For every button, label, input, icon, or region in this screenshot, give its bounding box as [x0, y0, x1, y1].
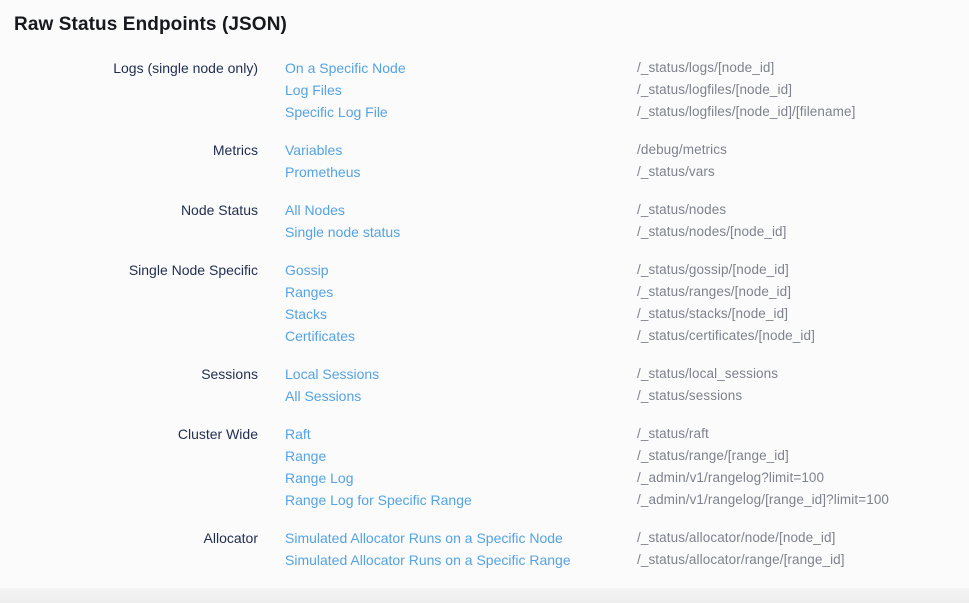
endpoint-link[interactable]: Prometheus — [285, 161, 637, 183]
endpoint-row: Range /_status/range/[range_id] — [285, 445, 969, 467]
endpoint-path: /_status/ranges/[node_id] — [637, 281, 791, 303]
footer-strip — [0, 588, 969, 603]
endpoint-link[interactable]: Log Files — [285, 79, 637, 101]
endpoint-path: /_status/logs/[node_id] — [637, 57, 774, 79]
group-category-label: Sessions — [14, 363, 258, 385]
group-category-label: Metrics — [14, 139, 258, 161]
endpoint-path: /_status/gossip/[node_id] — [637, 259, 789, 281]
endpoint-link[interactable]: Range Log — [285, 467, 637, 489]
page-title: Raw Status Endpoints (JSON) — [14, 14, 969, 36]
endpoint-row: Ranges /_status/ranges/[node_id] — [285, 281, 969, 303]
endpoint-path: /_admin/v1/rangelog/[range_id]?limit=100 — [637, 489, 889, 511]
endpoint-path: /_status/nodes — [637, 199, 726, 221]
endpoint-link[interactable]: Range — [285, 445, 637, 467]
endpoint-row: Variables /debug/metrics — [285, 139, 969, 161]
endpoint-row: All Nodes /_status/nodes — [285, 199, 969, 221]
endpoint-link[interactable]: Gossip — [285, 259, 637, 281]
endpoint-path: /debug/metrics — [637, 139, 727, 161]
endpoint-row: On a Specific Node /_status/logs/[node_i… — [285, 57, 969, 79]
group-entries: Local Sessions /_status/local_sessions A… — [285, 363, 969, 407]
group-entries: On a Specific Node /_status/logs/[node_i… — [285, 57, 969, 123]
endpoint-path: /_status/certificates/[node_id] — [637, 325, 815, 347]
endpoint-path: /_status/nodes/[node_id] — [637, 221, 787, 243]
endpoint-group: Logs (single node only) On a Specific No… — [14, 57, 969, 123]
endpoint-link[interactable]: Local Sessions — [285, 363, 637, 385]
endpoint-row: Certificates /_status/certificates/[node… — [285, 325, 969, 347]
group-category-label: Single Node Specific — [14, 259, 258, 281]
endpoint-row: All Sessions /_status/sessions — [285, 385, 969, 407]
group-entries: All Nodes /_status/nodes Single node sta… — [285, 199, 969, 243]
endpoint-group: Single Node Specific Gossip /_status/gos… — [14, 259, 969, 347]
group-entries: Simulated Allocator Runs on a Specific N… — [285, 527, 969, 571]
endpoint-link[interactable]: Raft — [285, 423, 637, 445]
endpoint-path: /_status/vars — [637, 161, 715, 183]
group-entries: Variables /debug/metrics Prometheus /_st… — [285, 139, 969, 183]
endpoint-row: Local Sessions /_status/local_sessions — [285, 363, 969, 385]
endpoint-link[interactable]: Ranges — [285, 281, 637, 303]
endpoint-row: Range Log for Specific Range /_admin/v1/… — [285, 489, 969, 511]
endpoint-path: /_status/range/[range_id] — [637, 445, 789, 467]
endpoint-group: Sessions Local Sessions /_status/local_s… — [14, 363, 969, 407]
endpoint-group: Node Status All Nodes /_status/nodes Sin… — [14, 199, 969, 243]
endpoint-path: /_status/local_sessions — [637, 363, 778, 385]
endpoint-path: /_status/allocator/range/[range_id] — [637, 549, 845, 571]
endpoint-link[interactable]: Specific Log File — [285, 101, 637, 123]
raw-status-endpoints-page: Raw Status Endpoints (JSON) Logs (single… — [0, 0, 969, 571]
group-entries: Gossip /_status/gossip/[node_id] Ranges … — [285, 259, 969, 347]
group-category-label: Node Status — [14, 199, 258, 221]
endpoint-link[interactable]: Single node status — [285, 221, 637, 243]
endpoint-row: Prometheus /_status/vars — [285, 161, 969, 183]
endpoint-path: /_status/logfiles/[node_id] — [637, 79, 792, 101]
endpoint-link[interactable]: Variables — [285, 139, 637, 161]
endpoint-path: /_status/raft — [637, 423, 709, 445]
group-category-label: Logs (single node only) — [14, 57, 258, 79]
endpoint-path: /_status/sessions — [637, 385, 742, 407]
endpoint-row: Stacks /_status/stacks/[node_id] — [285, 303, 969, 325]
endpoint-row: Specific Log File /_status/logfiles/[nod… — [285, 101, 969, 123]
endpoint-link[interactable]: Simulated Allocator Runs on a Specific R… — [285, 549, 637, 571]
endpoint-path: /_status/allocator/node/[node_id] — [637, 527, 835, 549]
endpoint-link[interactable]: Stacks — [285, 303, 637, 325]
endpoint-path: /_status/logfiles/[node_id]/[filename] — [637, 101, 855, 123]
endpoint-row: Simulated Allocator Runs on a Specific R… — [285, 549, 969, 571]
endpoint-row: Raft /_status/raft — [285, 423, 969, 445]
endpoint-row: Log Files /_status/logfiles/[node_id] — [285, 79, 969, 101]
endpoint-group: Allocator Simulated Allocator Runs on a … — [14, 527, 969, 571]
endpoint-row: Simulated Allocator Runs on a Specific N… — [285, 527, 969, 549]
endpoint-link[interactable]: All Nodes — [285, 199, 637, 221]
endpoint-group: Metrics Variables /debug/metrics Prometh… — [14, 139, 969, 183]
endpoint-link[interactable]: All Sessions — [285, 385, 637, 407]
group-category-label: Cluster Wide — [14, 423, 258, 445]
endpoint-path: /_status/stacks/[node_id] — [637, 303, 788, 325]
endpoint-row: Range Log /_admin/v1/rangelog?limit=100 — [285, 467, 969, 489]
endpoint-group: Cluster Wide Raft /_status/raft Range /_… — [14, 423, 969, 511]
endpoint-link[interactable]: Range Log for Specific Range — [285, 489, 637, 511]
endpoint-row: Gossip /_status/gossip/[node_id] — [285, 259, 969, 281]
endpoint-path: /_admin/v1/rangelog?limit=100 — [637, 467, 824, 489]
group-entries: Raft /_status/raft Range /_status/range/… — [285, 423, 969, 511]
endpoint-groups: Logs (single node only) On a Specific No… — [14, 57, 969, 571]
group-category-label: Allocator — [14, 527, 258, 549]
endpoint-link[interactable]: Simulated Allocator Runs on a Specific N… — [285, 527, 637, 549]
endpoint-link[interactable]: Certificates — [285, 325, 637, 347]
endpoint-link[interactable]: On a Specific Node — [285, 57, 637, 79]
endpoint-row: Single node status /_status/nodes/[node_… — [285, 221, 969, 243]
